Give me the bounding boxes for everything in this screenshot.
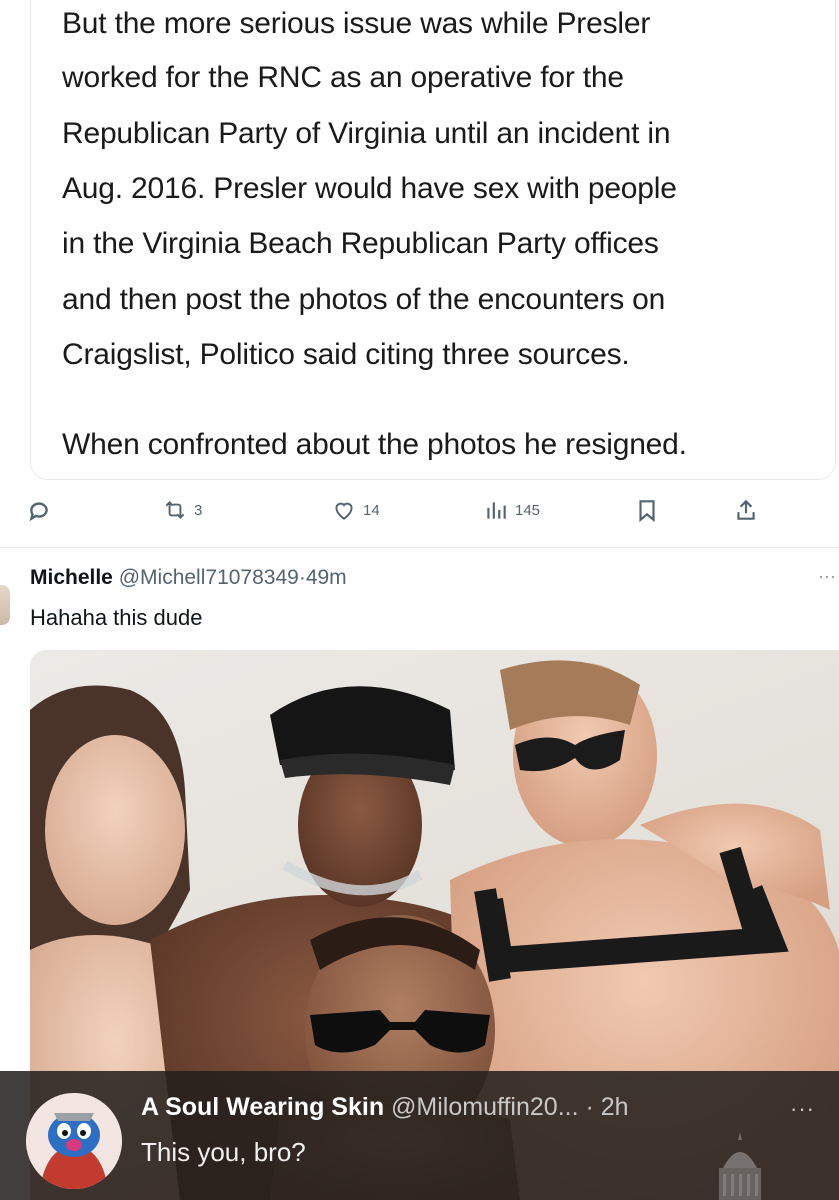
share-button[interactable] xyxy=(733,490,759,530)
quote-line: Aug. 2016. Presler would have sex with p… xyxy=(62,172,677,205)
views-button[interactable]: 145 xyxy=(483,490,540,530)
quote-line: and then post the photos of the encounte… xyxy=(62,283,666,316)
quote-line: in the Virginia Beach Republican Party o… xyxy=(62,227,659,260)
share-icon xyxy=(737,499,755,520)
overlay-author-handle[interactable]: @Milomuffin20... xyxy=(391,1093,579,1121)
separator: · xyxy=(298,566,306,589)
divider xyxy=(0,547,839,548)
reply-header: Michelle @Michell71078349·49m xyxy=(30,566,347,590)
repost-count: 3 xyxy=(194,501,203,519)
overlay-reply-header: A Soul Wearing Skin @Milomuffin20... · 2… xyxy=(141,1093,629,1122)
views-count: 145 xyxy=(515,501,541,519)
reply-icon xyxy=(29,502,48,522)
overlay-reply-text: This you, bro? xyxy=(141,1137,306,1167)
heart-icon xyxy=(335,502,353,520)
avatar[interactable] xyxy=(0,585,10,625)
like-count: 14 xyxy=(363,501,380,519)
quote-line: Republican Party of Virginia until an in… xyxy=(62,117,671,150)
reply-author-handle[interactable]: @Michell71078349 xyxy=(119,566,299,589)
quote-line: When confronted about the photos he resi… xyxy=(62,428,687,461)
more-options-icon[interactable]: ··· xyxy=(790,1096,815,1122)
post-action-bar: 3 14 145 xyxy=(0,490,839,540)
repost-button[interactable]: 3 xyxy=(162,490,202,530)
reply-author-name[interactable]: Michelle xyxy=(30,566,113,589)
like-button[interactable]: 14 xyxy=(331,490,380,530)
overlay-author-name[interactable]: A Soul Wearing Skin xyxy=(141,1093,384,1121)
reply-timestamp[interactable]: 49m xyxy=(306,566,347,589)
quote-line: But the more serious issue was while Pre… xyxy=(62,7,651,40)
quote-line: worked for the RNC as an operative for t… xyxy=(62,61,624,94)
bookmark-button[interactable] xyxy=(634,490,660,530)
reply-button[interactable] xyxy=(26,490,52,530)
views-icon xyxy=(487,502,506,519)
overlay-timestamp[interactable]: 2h xyxy=(601,1093,629,1121)
bookmark-icon xyxy=(639,500,655,523)
separator: · xyxy=(585,1093,594,1121)
repost-icon xyxy=(165,501,185,519)
capitol-dome-icon xyxy=(719,1132,761,1200)
more-options-icon[interactable]: ··· xyxy=(818,566,836,587)
reply-text: Hahaha this dude xyxy=(30,605,203,630)
quote-line: Craigslist, Politico said citing three s… xyxy=(62,338,630,371)
avatar[interactable] xyxy=(26,1093,122,1189)
